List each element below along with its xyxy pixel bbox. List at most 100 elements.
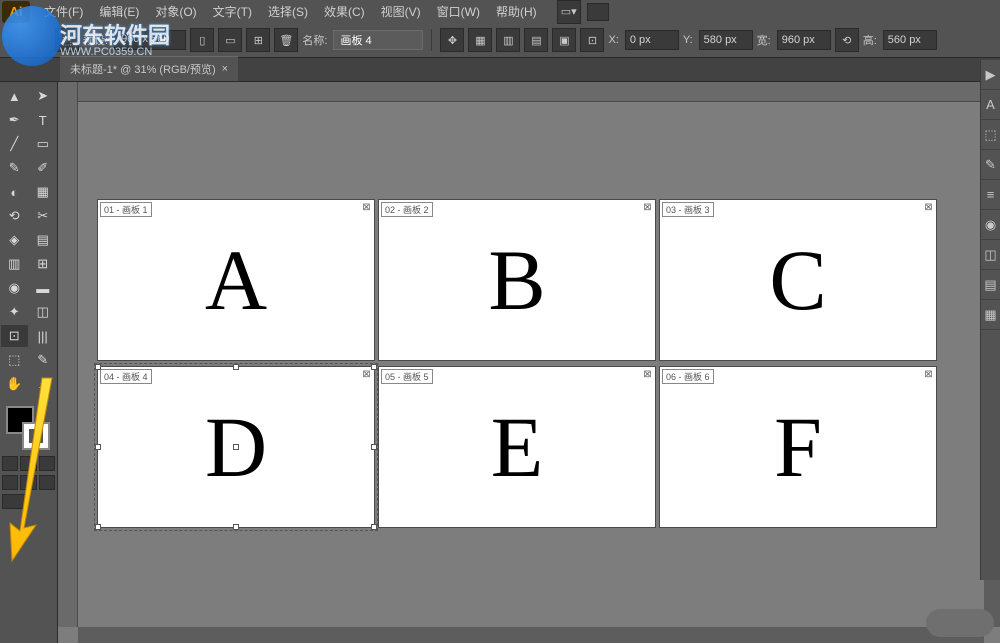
y-input[interactable] — [699, 30, 753, 50]
workspace-switcher-icon[interactable] — [587, 3, 609, 21]
artboard-close-icon[interactable]: ⊠ — [361, 369, 372, 380]
none-mode-icon[interactable] — [39, 456, 55, 471]
preset-select[interactable]: 960 x 560 — [114, 30, 186, 50]
menu-view[interactable]: 视图(V) — [373, 0, 429, 23]
stroke-panel-icon[interactable]: ≡ — [981, 180, 1000, 210]
artboard-close-icon[interactable]: ⊠ — [923, 369, 934, 380]
menu-file[interactable]: 文件(F) — [36, 0, 91, 23]
draw-behind-icon[interactable] — [20, 475, 36, 490]
artboard-name-input[interactable] — [333, 30, 423, 50]
zoom2-tool-icon[interactable]: ⌕ — [30, 373, 57, 395]
hand2-tool-icon[interactable]: ✋ — [1, 373, 28, 395]
hand-tool-icon[interactable]: ⬚ — [1, 349, 28, 371]
paintbrush-tool-icon[interactable]: ✎ — [1, 157, 28, 179]
blend-tool-icon[interactable]: ▬ — [30, 277, 57, 299]
eyedropper-tool-icon[interactable]: ◉ — [1, 277, 28, 299]
gradient-mode-icon[interactable] — [20, 456, 36, 471]
artboard-06[interactable]: 06 - 画板 6⊠F — [660, 367, 936, 527]
line-tool-icon[interactable]: ╱ — [1, 133, 28, 155]
pencil-tool-icon[interactable]: ✐ — [30, 157, 57, 179]
layout-dropdown-icon[interactable]: ▭▾ — [557, 0, 581, 24]
menu-select[interactable]: 选择(S) — [260, 0, 316, 23]
artboard-close-icon[interactable]: ⊠ — [642, 369, 653, 380]
artboard-close-icon[interactable]: ⊠ — [361, 202, 372, 213]
free-transform-tool-icon[interactable]: ✂ — [30, 205, 57, 227]
rectangle-tool-icon[interactable]: ▭ — [30, 133, 57, 155]
new-artboard-icon[interactable]: ⊞ — [246, 28, 270, 52]
selection-handle[interactable] — [371, 444, 377, 450]
direct-selection-tool-icon[interactable]: ➤ — [30, 85, 57, 107]
brushes-panel-icon[interactable]: ✎ — [981, 150, 1000, 180]
zoom-tool-icon[interactable]: ✎ — [30, 349, 57, 371]
width-tool-icon[interactable]: ⟲ — [1, 205, 28, 227]
selection-handle[interactable] — [371, 364, 377, 370]
orientation-portrait-icon[interactable]: ▯ — [190, 28, 214, 52]
scrollbar-horizontal[interactable] — [78, 627, 984, 643]
align-icon[interactable]: ▦ — [468, 28, 492, 52]
orientation-landscape-icon[interactable]: ▭ — [218, 28, 242, 52]
appearance-panel-icon[interactable]: ▦ — [981, 300, 1000, 330]
selection-handle[interactable] — [95, 364, 101, 370]
selection-handle[interactable] — [233, 364, 239, 370]
close-icon[interactable]: × — [222, 63, 228, 75]
ruler-horizontal[interactable] — [78, 82, 984, 102]
screen-mode-icon[interactable] — [2, 494, 28, 509]
menu-window[interactable]: 窗口(W) — [429, 0, 488, 23]
mesh-tool-icon[interactable]: ▥ — [1, 253, 28, 275]
selection-handle[interactable] — [233, 524, 239, 530]
symbol-sprayer-tool-icon[interactable]: ✦ — [1, 301, 28, 323]
selection-handle[interactable] — [95, 444, 101, 450]
column-graph-tool-icon[interactable]: ◫ — [30, 301, 57, 323]
draw-inside-icon[interactable] — [39, 475, 55, 490]
artboard-02[interactable]: 02 - 画板 2⊠B — [379, 200, 655, 360]
delete-artboard-icon[interactable]: 🗑 — [274, 28, 298, 52]
reference-point-icon[interactable]: ⊡ — [580, 28, 604, 52]
selection-handle[interactable] — [233, 444, 239, 450]
menu-object[interactable]: 对象(O) — [147, 0, 204, 23]
swatches-panel-icon[interactable]: ◫ — [981, 240, 1000, 270]
menu-help[interactable]: 帮助(H) — [488, 0, 545, 23]
character-panel-icon[interactable]: A — [981, 90, 1000, 120]
selection-tool-icon[interactable]: ▲ — [1, 85, 28, 107]
menu-edit[interactable]: 编辑(E) — [91, 0, 147, 23]
ruler-vertical[interactable] — [58, 82, 78, 627]
selection-handle[interactable] — [371, 524, 377, 530]
color-panel-icon[interactable]: ⬚ — [981, 120, 1000, 150]
color-mode-icon[interactable] — [2, 456, 18, 471]
canvas[interactable]: 01 - 画板 1⊠A02 - 画板 2⊠B03 - 画板 3⊠C 04 - 画板… — [58, 82, 1000, 643]
artboard-tool-icon[interactable]: ⊡ — [1, 325, 28, 347]
scale-tool-icon[interactable]: ▦ — [30, 181, 57, 203]
rotate-tool-icon[interactable]: ◐ — [1, 181, 28, 203]
artboard-04[interactable]: 04 - 画板 4⊠D — [98, 367, 374, 527]
panel-expand-icon[interactable]: ▶ — [981, 60, 1000, 90]
fill-stroke-swatch[interactable] — [0, 404, 57, 454]
layers-panel-icon[interactable]: ▤ — [981, 270, 1000, 300]
slice-tool-icon[interactable]: ||| — [30, 325, 57, 347]
artboard-01[interactable]: 01 - 画板 1⊠A — [98, 200, 374, 360]
pen-tool-icon[interactable]: ✒ — [1, 109, 28, 131]
perspective-tool-icon[interactable]: ▤ — [30, 229, 57, 251]
link-wh-icon[interactable]: ⟲ — [835, 28, 859, 52]
artboard-close-icon[interactable]: ⊠ — [923, 202, 934, 213]
menu-type[interactable]: 文字(T) — [205, 0, 260, 23]
selection-handle[interactable] — [95, 524, 101, 530]
x-input[interactable] — [625, 30, 679, 50]
document-tab[interactable]: 未标题-1* @ 31% (RGB/预览) × — [60, 56, 238, 81]
move-with-artboard-icon[interactable]: ✥ — [440, 28, 464, 52]
menu-effect[interactable]: 效果(C) — [316, 0, 373, 23]
artboard-05[interactable]: 05 - 画板 5⊠E — [379, 367, 655, 527]
w-input[interactable] — [777, 30, 831, 50]
gradient-tool-icon[interactable]: ⊞ — [30, 253, 57, 275]
draw-normal-icon[interactable] — [2, 475, 18, 490]
h-input[interactable] — [883, 30, 937, 50]
artboard-03[interactable]: 03 - 画板 3⊠C — [660, 200, 936, 360]
align4-icon[interactable]: ▣ — [552, 28, 576, 52]
align3-icon[interactable]: ▤ — [524, 28, 548, 52]
shape-builder-tool-icon[interactable]: ◈ — [1, 229, 28, 251]
stroke-color-swatch[interactable] — [22, 422, 50, 450]
artboard-close-icon[interactable]: ⊠ — [642, 202, 653, 213]
align2-icon[interactable]: ▥ — [496, 28, 520, 52]
symbols-panel-icon[interactable]: ◉ — [981, 210, 1000, 240]
type-tool-icon[interactable]: T — [30, 109, 57, 131]
artboard-tool-icon[interactable]: ⬚ — [55, 28, 79, 52]
